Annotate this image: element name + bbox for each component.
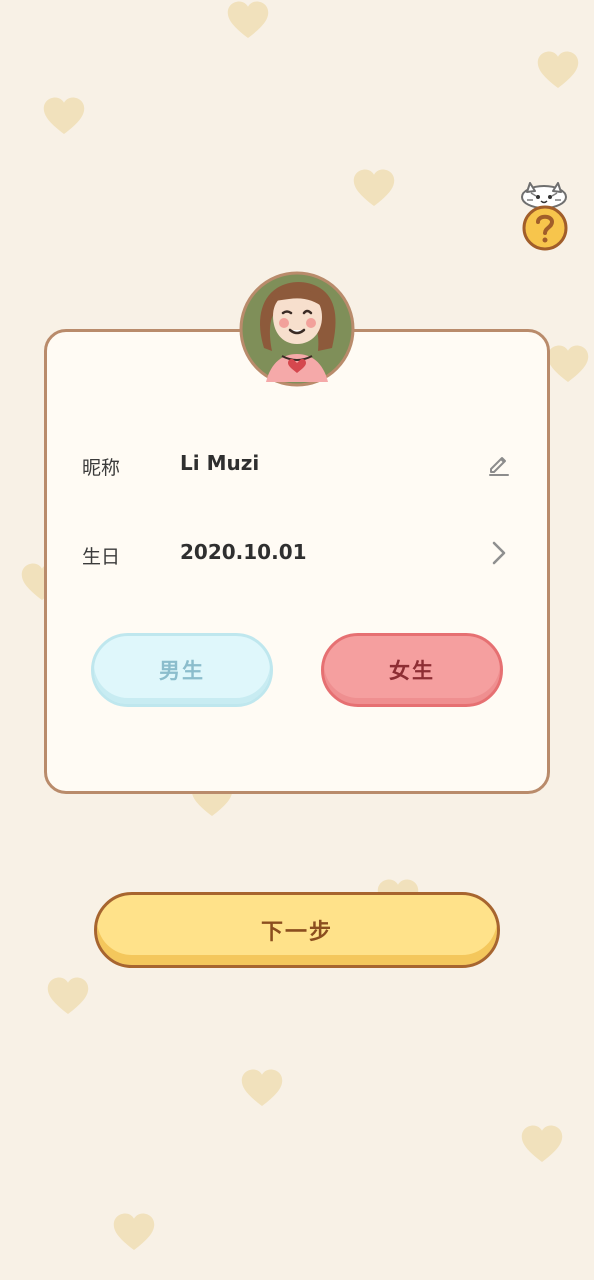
background-heart-icon (240, 1068, 284, 1108)
background-heart-icon (42, 96, 86, 136)
background-heart-shape (43, 97, 85, 135)
male-button-label: 男生 (159, 659, 205, 683)
background-heart-shape (227, 1, 269, 39)
background-heart-shape (521, 1125, 563, 1163)
background-heart-shape (353, 169, 395, 207)
chevron-right-icon (492, 541, 506, 565)
female-button-label: 女生 (389, 659, 435, 683)
background-heart-shape (537, 51, 579, 89)
birthday-picker-button[interactable] (482, 536, 516, 570)
background-heart-shape (547, 345, 589, 383)
avatar[interactable] (238, 270, 356, 388)
help-button[interactable] (518, 182, 574, 256)
birthday-row[interactable]: 生日 2020.10.01 (82, 536, 516, 570)
background-heart-icon (226, 0, 270, 40)
background-heart-shape (113, 1213, 155, 1251)
background-heart-icon (536, 50, 580, 90)
next-step-label: 下一步 (260, 920, 333, 945)
background-heart-icon (46, 976, 90, 1016)
girl-avatar (239, 271, 355, 387)
nickname-value[interactable]: Li Muzi (180, 451, 259, 475)
edit-nickname-button[interactable] (482, 447, 516, 481)
birthday-label: 生日 (82, 546, 121, 568)
background-heart-icon (112, 1212, 156, 1252)
background-heart-shape (47, 977, 89, 1015)
background-heart-icon (546, 344, 590, 384)
background-heart-icon (352, 168, 396, 208)
question-mark-icon (521, 182, 568, 251)
female-button[interactable]: 女生 (321, 633, 503, 707)
next-step-button[interactable]: 下一步 (94, 892, 500, 968)
pencil-icon (489, 457, 509, 476)
nickname-row: 昵称 Li Muzi (82, 447, 516, 481)
birthday-value[interactable]: 2020.10.01 (180, 540, 307, 564)
nickname-label: 昵称 (82, 457, 121, 479)
background-heart-shape (241, 1069, 283, 1107)
background-heart-icon (520, 1124, 564, 1164)
male-button[interactable]: 男生 (91, 633, 273, 707)
